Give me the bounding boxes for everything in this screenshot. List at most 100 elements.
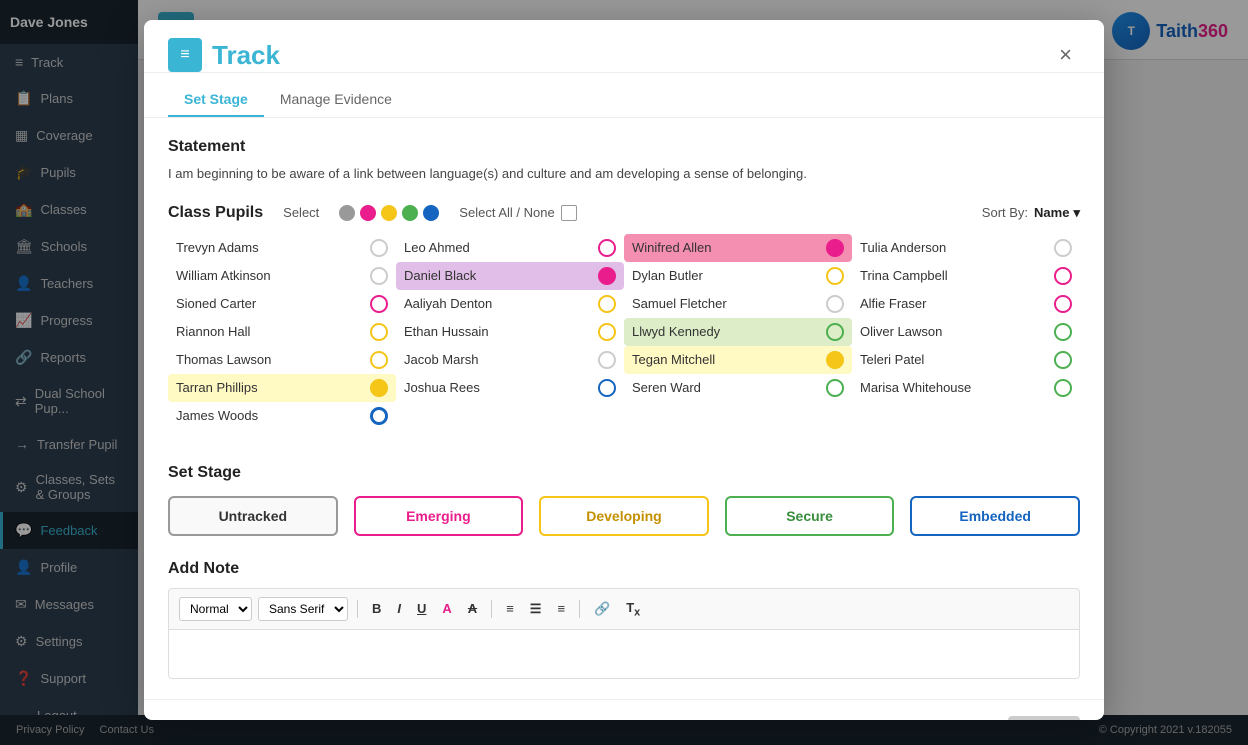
pupil-row: Ethan Hussain (396, 318, 624, 346)
pupil-radio[interactable] (598, 323, 616, 341)
pupil-radio[interactable] (598, 351, 616, 369)
add-note-title: Add Note (168, 560, 1080, 578)
statement-title: Statement (168, 138, 1080, 156)
pupil-row: Dylan Butler (624, 262, 852, 290)
pupil-radio[interactable] (370, 351, 388, 369)
stage-embedded-button[interactable]: Embedded (910, 496, 1080, 536)
modal-header: ≡ Track × (144, 20, 1104, 73)
modal-close-button[interactable]: × (1051, 38, 1080, 72)
clear-text-button[interactable]: Tx (621, 597, 645, 622)
pupil-radio[interactable] (1054, 379, 1072, 397)
pupil-radio[interactable] (1054, 239, 1072, 257)
pupil-radio[interactable] (1054, 351, 1072, 369)
font-select[interactable]: Sans Serif (258, 597, 348, 621)
pupil-name: Samuel Fletcher (632, 296, 826, 311)
pupil-name: Trina Campbell (860, 268, 1054, 283)
pupil-radio[interactable] (826, 295, 844, 313)
modal: ≡ Track × Set Stage Manage Evidence Stat… (144, 20, 1104, 720)
pupil-radio[interactable] (370, 267, 388, 285)
pupil-radio[interactable] (370, 323, 388, 341)
pupil-name: Dylan Butler (632, 268, 826, 283)
color-dots (339, 205, 439, 221)
pupil-radio[interactable] (1054, 323, 1072, 341)
select-all-area: Select All / None (459, 205, 576, 221)
sort-chevron-icon: ▾ (1073, 205, 1080, 221)
pupil-name: Alfie Fraser (860, 296, 1054, 311)
pupil-row: Llwyd Kennedy (624, 318, 852, 346)
toolbar-divider (357, 600, 358, 618)
indent-button[interactable]: ≡ (552, 598, 570, 619)
editor-area[interactable] (168, 629, 1080, 679)
unordered-list-button[interactable]: ☰ (525, 598, 547, 620)
pupil-row: Oliver Lawson (852, 318, 1080, 346)
modal-title-row: ≡ Track (168, 38, 280, 72)
bold-button[interactable]: B (367, 598, 386, 619)
pupil-row-empty (624, 430, 852, 440)
pupil-name: Trevyn Adams (176, 240, 370, 255)
pupil-radio[interactable] (370, 295, 388, 313)
pupil-radio[interactable] (826, 239, 844, 257)
pupil-name: Daniel Black (404, 268, 598, 283)
dot-blue[interactable] (423, 205, 439, 221)
pupil-radio[interactable] (826, 379, 844, 397)
pupil-radio[interactable] (598, 267, 616, 285)
pupil-row: Riannon Hall (168, 318, 396, 346)
pupil-radio[interactable] (370, 239, 388, 257)
pupil-radio[interactable] (826, 323, 844, 341)
pupil-row: Tarran Phillips (168, 374, 396, 402)
stage-developing-button[interactable]: Developing (539, 496, 709, 536)
pupil-radio[interactable] (598, 295, 616, 313)
select-all-label: Select All / None (459, 205, 554, 220)
stage-secure-button[interactable]: Secure (725, 496, 895, 536)
modal-overlay: ≡ Track × Set Stage Manage Evidence Stat… (0, 0, 1248, 745)
pupil-radio[interactable] (370, 379, 388, 397)
cancel-button[interactable]: Cancel (950, 716, 996, 720)
dot-yellow[interactable] (381, 205, 397, 221)
pupil-name: Teleri Patel (860, 352, 1054, 367)
pupil-name: William Atkinson (176, 268, 370, 283)
pupil-radio[interactable] (826, 267, 844, 285)
dot-pink[interactable] (360, 205, 376, 221)
pupil-name: Aaliyah Denton (404, 296, 598, 311)
link-button[interactable]: 🔗 (589, 598, 615, 620)
tab-manage-evidence[interactable]: Manage Evidence (264, 83, 408, 117)
pupil-row: Alfie Fraser (852, 290, 1080, 318)
stage-untracked-button[interactable]: Untracked (168, 496, 338, 536)
pupil-row: Daniel Black (396, 262, 624, 290)
pupil-row: Samuel Fletcher (624, 290, 852, 318)
pupil-radio[interactable] (826, 351, 844, 369)
pupil-row: Sioned Carter (168, 290, 396, 318)
ordered-list-button[interactable]: ≡ (501, 598, 519, 619)
pupil-row: Seren Ward (624, 374, 852, 402)
pupil-radio[interactable] (598, 379, 616, 397)
pupil-row-empty (852, 402, 1080, 430)
pupil-name: Jacob Marsh (404, 352, 598, 367)
select-all-checkbox[interactable] (561, 205, 577, 221)
pupil-radio[interactable] (1054, 267, 1072, 285)
pupil-row: Winifred Allen (624, 234, 852, 262)
underline-button[interactable]: U (412, 598, 431, 619)
sort-dropdown[interactable]: Name ▾ (1034, 205, 1080, 221)
dot-grey[interactable] (339, 205, 355, 221)
tab-set-stage[interactable]: Set Stage (168, 83, 264, 117)
pupil-row: Aaliyah Denton (396, 290, 624, 318)
pupil-radio[interactable] (598, 239, 616, 257)
pupil-radio[interactable] (370, 407, 388, 425)
style-select[interactable]: Normal (179, 597, 252, 621)
pupil-radio[interactable] (1054, 295, 1072, 313)
pupil-name: Seren Ward (632, 380, 826, 395)
pupil-row-empty (396, 430, 624, 440)
stage-emerging-button[interactable]: Emerging (354, 496, 524, 536)
save-button[interactable]: Save (1008, 716, 1080, 720)
modal-icon: ≡ (168, 38, 202, 72)
clear-format-button[interactable]: A (463, 598, 482, 619)
pupil-row: Tegan Mitchell (624, 346, 852, 374)
dot-green[interactable] (402, 205, 418, 221)
pupil-row-empty (168, 430, 396, 440)
select-label: Select (283, 205, 319, 220)
italic-button[interactable]: I (392, 598, 406, 619)
modal-tabs: Set Stage Manage Evidence (144, 83, 1104, 117)
font-color-button[interactable]: A (437, 598, 456, 619)
pupil-name: Thomas Lawson (176, 352, 370, 367)
set-stage-title: Set Stage (168, 464, 1080, 482)
